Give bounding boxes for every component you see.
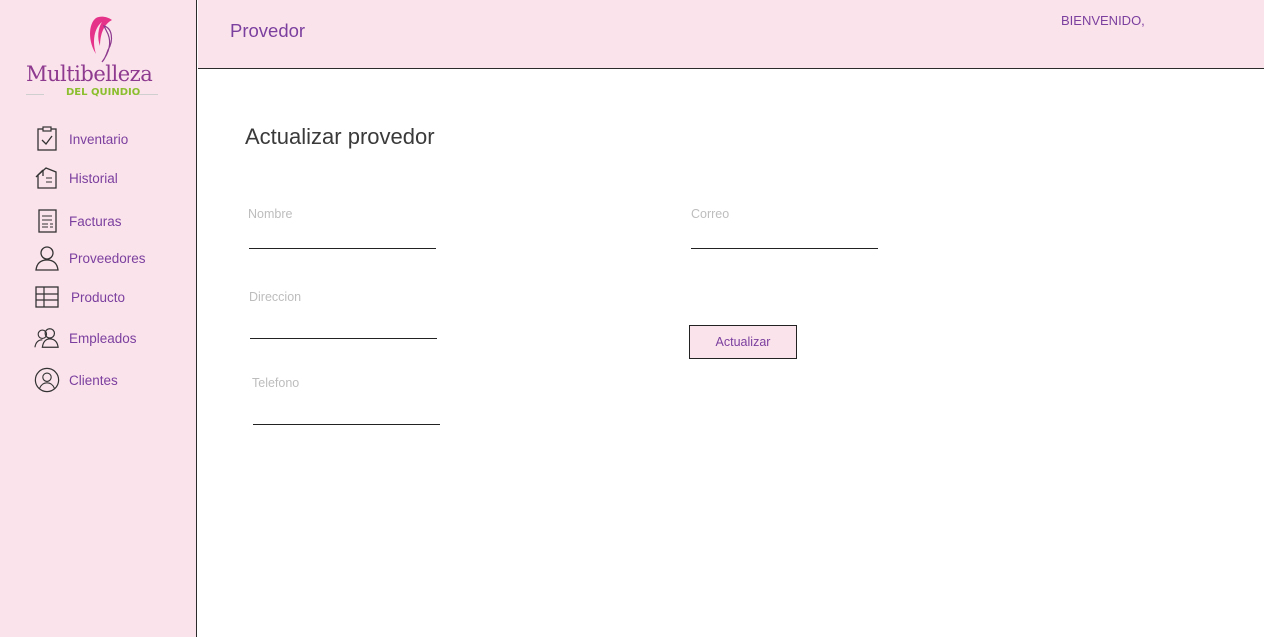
sidebar: Multibelleza DEL QUINDIO Inventario Hist… — [0, 0, 197, 637]
logo-divider — [26, 94, 44, 95]
nombre-input[interactable] — [249, 247, 436, 249]
brand-logo: Multibelleza DEL QUINDIO — [24, 14, 174, 104]
welcome-text: BIENVENIDO, — [1061, 13, 1145, 28]
sidebar-item-historial[interactable]: Historial — [34, 165, 118, 191]
users-icon — [34, 325, 60, 351]
correo-input[interactable] — [691, 247, 878, 249]
sidebar-item-label: Clientes — [69, 372, 118, 388]
sidebar-item-producto[interactable]: Producto — [34, 284, 125, 310]
actualizar-button[interactable]: Actualizar — [689, 325, 797, 359]
direccion-label: Direccion — [249, 290, 302, 304]
top-header: Provedor BIENVENIDO, — [198, 0, 1264, 69]
form-title: Actualizar provedor — [245, 124, 435, 149]
telefono-label: Telefono — [252, 376, 300, 390]
sidebar-item-label: Producto — [71, 289, 126, 305]
sidebar-item-label: Empleados — [69, 330, 137, 346]
telefono-input[interactable] — [253, 423, 440, 425]
nombre-label: Nombre — [248, 207, 293, 221]
sidebar-item-label: Inventario — [69, 131, 129, 147]
woman-silhouette-icon — [90, 16, 113, 63]
grid-table-icon — [34, 284, 60, 310]
page-title: Provedor — [230, 20, 306, 41]
sidebar-item-label: Facturas — [69, 213, 122, 229]
user-icon — [34, 245, 60, 271]
sidebar-item-label: Historial — [69, 170, 118, 186]
direccion-input[interactable] — [250, 337, 437, 339]
logo-divider — [138, 94, 158, 95]
clipboard-check-icon — [34, 126, 60, 152]
correo-label: Correo — [691, 207, 730, 221]
brand-name: Multibelleza — [26, 62, 153, 86]
user-circle-icon — [34, 367, 60, 393]
sidebar-item-label: Proveedores — [69, 250, 146, 266]
sidebar-item-proveedores[interactable]: Proveedores — [34, 245, 146, 271]
invoice-icon — [34, 208, 60, 234]
history-icon — [34, 165, 60, 191]
sidebar-item-facturas[interactable]: Facturas — [34, 208, 122, 234]
brand-subtitle: DEL QUINDIO — [66, 87, 141, 98]
sidebar-item-empleados[interactable]: Empleados — [34, 325, 137, 351]
sidebar-item-clientes[interactable]: Clientes — [34, 367, 118, 393]
sidebar-item-inventario[interactable]: Inventario — [34, 126, 128, 152]
